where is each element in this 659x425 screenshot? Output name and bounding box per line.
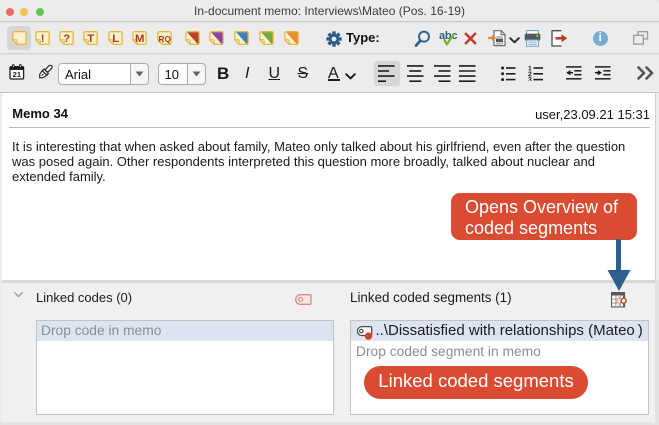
svg-text:?: ? — [64, 33, 71, 45]
svg-text:M: M — [135, 33, 144, 45]
svg-text:21: 21 — [13, 70, 22, 79]
svg-text:RQ: RQ — [158, 35, 171, 44]
svg-text:!: ! — [41, 33, 45, 45]
svg-text:L: L — [112, 33, 119, 45]
svg-text:T: T — [87, 33, 94, 45]
